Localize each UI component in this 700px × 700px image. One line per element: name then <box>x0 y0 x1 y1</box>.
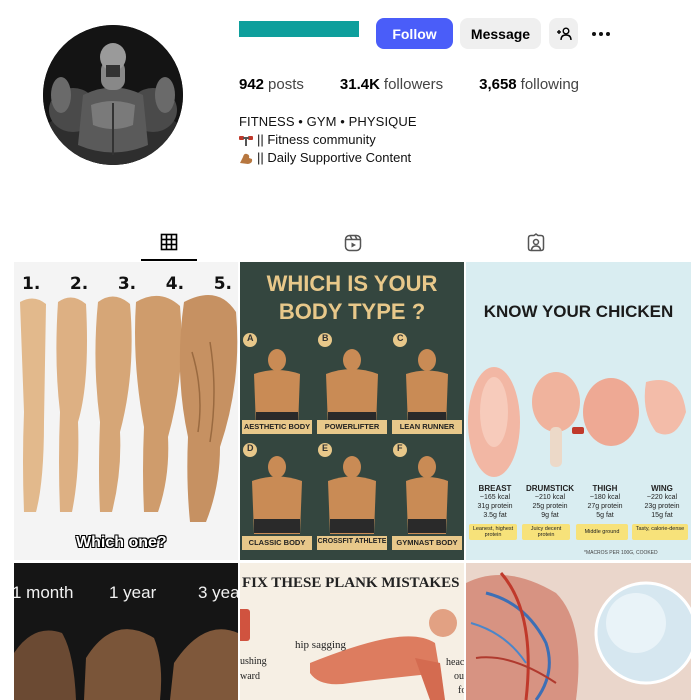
body-letter-f: F <box>397 443 403 453</box>
reels-icon <box>344 234 362 252</box>
chicken-title: KNOW YOUR CHICKEN <box>483 302 674 321</box>
plank-note-pushing: ushing <box>240 656 267 667</box>
chicken-breast-info: BREAST ~165 kcal 31g protein 3.5g fat <box>477 484 513 519</box>
chicken-drumstick-tag: Juicy decent protein <box>530 526 562 538</box>
posts-grid: 1. 2. 3. 4. 5. Which one? WHICH IS YOUR … <box>14 262 691 700</box>
bio-line-1-text: || Fitness community <box>257 132 376 147</box>
body-label-c: LEAN RUNNER <box>399 422 455 431</box>
progress-label-1: 1 month <box>14 583 74 602</box>
profile-tabs <box>14 225 690 261</box>
plank-title: FIX THESE PLANK MISTAKES <box>242 575 460 591</box>
profile-bio: FITNESS • GYM • PHYSIQUE || Fitness comm… <box>239 113 417 167</box>
bio-category: FITNESS • GYM • PHYSIQUE <box>239 114 417 129</box>
more-options-button[interactable] <box>585 18 617 49</box>
body-letter-b: B <box>322 333 329 343</box>
chicken-wing-info: WING ~220 kcal 23g protein 15g fat <box>644 484 680 519</box>
grid-icon <box>160 233 178 251</box>
post-plank-mistakes[interactable]: FIX THESE PLANK MISTAKES hip sagging ush… <box>240 563 464 700</box>
chicken-wing-tag: Tasty, calorie-dense <box>635 526 685 532</box>
chicken-thigh-info: THIGH ~180 kcal 27g protein 5g fat <box>587 484 623 519</box>
body-letter-a: A <box>247 333 254 343</box>
arm-number-5: 5. <box>213 274 232 294</box>
followers-stat[interactable]: 31.4K followers <box>340 76 443 93</box>
arms-caption: Which one? <box>76 534 167 551</box>
anatomy-illustration <box>466 563 691 700</box>
post-arms-comparison[interactable]: 1. 2. 3. 4. 5. Which one? <box>14 262 238 560</box>
arms-illustration <box>14 262 238 560</box>
tab-reels[interactable] <box>325 225 381 261</box>
follow-button[interactable]: Follow <box>376 18 453 49</box>
body-letter-e: E <box>322 443 329 453</box>
body-letter-d: D <box>247 443 254 453</box>
profile-stats: 942 posts 31.4K followers 3,658 following <box>239 76 579 93</box>
message-button[interactable]: Message <box>460 18 541 49</box>
username-redacted <box>239 21 359 37</box>
body-label-f: GYMNAST BODY <box>396 538 458 547</box>
chicken-drumstick-info: DRUMSTICK ~210 kcal 25g protein 9g fat <box>526 484 574 519</box>
body-label-a: AESTHETIC BODY <box>243 422 311 431</box>
flexed-biceps-icon <box>240 153 253 164</box>
post-body-type[interactable]: WHICH IS YOUR BODY TYPE ? A B C D E F AE… <box>240 262 464 560</box>
plank-note-forward: ward <box>240 671 260 682</box>
post-know-your-chicken[interactable]: KNOW YOUR CHICKEN BREAST ~165 kcal 31g p… <box>466 262 691 560</box>
progress-label-2: 1 year <box>109 583 157 602</box>
tab-tagged[interactable] <box>508 225 564 261</box>
body-letter-c: C <box>397 333 404 343</box>
plank-note-hip-sagging: hip sagging <box>295 639 347 651</box>
tab-posts[interactable] <box>141 225 197 261</box>
progress-label-3: 3 yea <box>198 583 238 602</box>
body-label-d: CLASSIC BODY <box>248 538 306 547</box>
post-muscle-progress[interactable]: 1 month 1 year 3 yea <box>14 563 238 700</box>
chicken-thigh-tag: Middle ground <box>584 529 620 535</box>
following-stat[interactable]: 3,658 following <box>479 76 579 93</box>
arm-number-4: 4. <box>165 274 185 294</box>
plank-note-out: ou <box>454 671 464 682</box>
chicken-breast-tag: Leanest, highest protein <box>472 526 514 538</box>
more-horizontal-icon <box>592 31 610 36</box>
dumbbell-icon <box>239 136 253 146</box>
posts-stat: 942 posts <box>239 76 304 93</box>
body-label-e: CROSSFIT ATHLETE <box>317 538 387 545</box>
body-type-title: WHICH IS YOUR BODY TYPE ? <box>266 271 438 324</box>
bio-line-1: || Fitness community <box>239 131 417 149</box>
plank-note-head: heac <box>446 657 464 668</box>
bio-line-2-text: || Daily Supportive Content <box>257 150 412 165</box>
profile-avatar[interactable] <box>43 25 183 165</box>
arm-number-3: 3. <box>117 274 137 294</box>
chicken-footnote: *MACROS PER 100G, COOKED <box>584 550 658 556</box>
arm-numbers: 1. 2. 3. 4. 5. <box>22 274 232 294</box>
bio-line-2: || Daily Supportive Content <box>239 149 417 167</box>
person-add-icon <box>556 27 572 40</box>
arm-number-1: 1. <box>22 274 41 294</box>
tagged-icon <box>527 233 545 252</box>
arm-number-2: 2. <box>69 274 89 294</box>
body-label-b: POWERLIFTER <box>324 422 380 431</box>
bodybuilder-portrait-icon <box>43 25 183 165</box>
post-anatomy[interactable] <box>466 563 691 700</box>
plank-note-fo: fo <box>458 685 464 696</box>
suggest-users-button[interactable] <box>549 18 578 49</box>
